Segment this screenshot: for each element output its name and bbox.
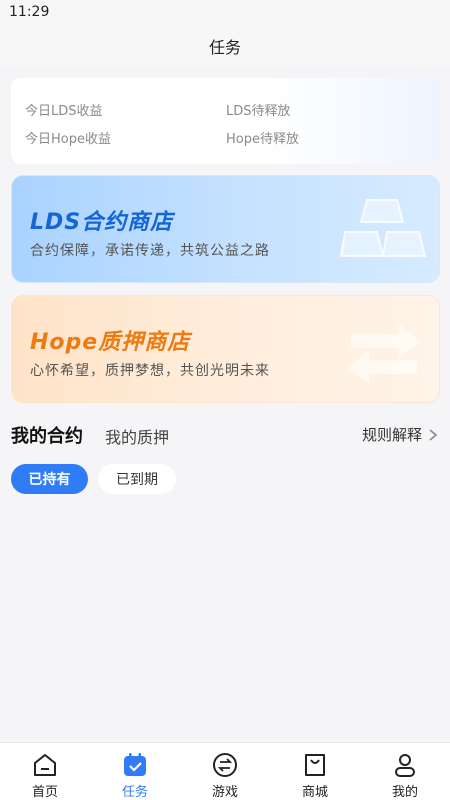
nav-label: 商城 bbox=[301, 785, 328, 800]
swap-circle-icon bbox=[213, 753, 237, 777]
title-bar: 任务 bbox=[0, 26, 450, 66]
chevron-right-icon bbox=[429, 428, 438, 441]
exchange-arrows-icon bbox=[347, 324, 421, 384]
gold-bars-icon bbox=[339, 199, 427, 257]
bottom-nav: 首页 任务 游戏 商城 我的 bbox=[0, 742, 450, 800]
nav-item-games[interactable]: 游戏 bbox=[180, 743, 270, 800]
nav-item-mall[interactable]: 商城 bbox=[270, 743, 360, 800]
nav-item-tasks[interactable]: 任务 bbox=[90, 743, 180, 800]
store-title: LDS合约商店 bbox=[30, 210, 174, 235]
tab-my-staking[interactable]: 我的质押 bbox=[105, 424, 169, 448]
nav-item-home[interactable]: 首页 bbox=[0, 743, 90, 800]
rules-link-label: 规则解释 bbox=[361, 426, 422, 444]
home-icon bbox=[34, 754, 56, 776]
filter-held-chip[interactable]: 已持有 bbox=[11, 464, 88, 494]
hope-pending-release-label: Hope待释放 bbox=[226, 132, 299, 147]
status-bar: 11:29 bbox=[0, 0, 450, 26]
section-tabs: 我的合约 我的质押 规则解释 bbox=[0, 420, 450, 452]
user-icon bbox=[395, 754, 415, 777]
today-lds-income-label: 今日LDS收益 bbox=[25, 104, 103, 119]
tab-my-contracts[interactable]: 我的合约 bbox=[11, 422, 83, 448]
store-title: Hope质押商店 bbox=[30, 330, 191, 355]
lds-pending-release-label: LDS待释放 bbox=[226, 104, 291, 119]
page-title: 任务 bbox=[208, 38, 241, 57]
status-time: 11:29 bbox=[9, 4, 50, 20]
shopping-bag-icon bbox=[305, 754, 325, 776]
lds-contract-store-card[interactable]: LDS合约商店 合约保障，承诺传递，共筑公益之路 bbox=[11, 175, 440, 283]
store-subtitle: 合约保障，承诺传递，共筑公益之路 bbox=[30, 243, 270, 259]
filter-expired-chip[interactable]: 已到期 bbox=[98, 464, 176, 494]
nav-label: 任务 bbox=[121, 785, 148, 800]
store-subtitle: 心怀希望，质押梦想，共创光明未来 bbox=[30, 363, 270, 379]
calendar-check-icon bbox=[124, 753, 146, 776]
summary-card: 今日LDS收益 LDS待释放 今日Hope收益 Hope待释放 bbox=[11, 78, 440, 164]
nav-label: 我的 bbox=[391, 785, 418, 800]
rules-link[interactable]: 规则解释 bbox=[362, 424, 440, 445]
nav-label: 首页 bbox=[31, 785, 58, 800]
hope-staking-store-card[interactable]: Hope质押商店 心怀希望，质押梦想，共创光明未来 bbox=[11, 295, 440, 403]
today-hope-income-label: 今日Hope收益 bbox=[25, 132, 111, 147]
nav-item-mine[interactable]: 我的 bbox=[360, 743, 450, 800]
nav-label: 游戏 bbox=[211, 785, 238, 800]
